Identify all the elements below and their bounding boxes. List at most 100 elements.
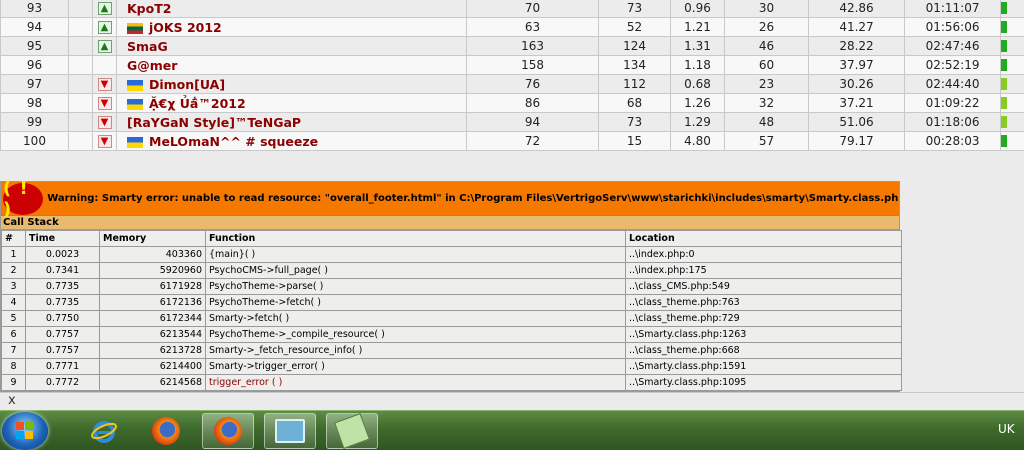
error-message-text: Warning: Smarty error: unable to read re… (47, 193, 899, 204)
stat-cell: 26 (724, 17, 810, 37)
call-stack-row: 3 0.7735 6171928 PsychoTheme->parse( ) ..\cl… (1, 278, 902, 295)
stack-function: PsychoTheme->fetch( ) (205, 294, 626, 311)
player-name-text[interactable]: Ặ€χ Ủắ̂™2012 (149, 96, 246, 111)
taskbar-firefox-2[interactable] (202, 413, 254, 449)
browser-page: 93 ▲ KpoT2 70 73 0.96 30 42.86 01:11:07 94 ▲ jOKS 2… (0, 0, 1024, 450)
player-name[interactable]: G@mer (115, 55, 468, 75)
trend-down-icon: ▼ (97, 78, 112, 91)
stat-cell: 73 (598, 0, 672, 18)
network-icon (275, 419, 305, 443)
stack-num: 3 (1, 278, 26, 295)
call-stack-row: 1 0.0023 403360 {main}( ) ..\index.php:0 (1, 246, 902, 263)
call-stack-row: 6 0.7757 6213544 PsychoTheme->_compile_reso… (1, 326, 902, 343)
trend-cell: ▲ (92, 17, 117, 37)
stat-cell: 76 (466, 74, 600, 94)
call-stack-table: # Time Memory Function Location 1 0.0023 4… (1, 230, 902, 391)
stack-num: 1 (1, 246, 26, 263)
stat-cell: 68 (598, 93, 672, 113)
taskbar-network[interactable] (264, 413, 316, 449)
player-name[interactable]: SmaG (115, 36, 468, 56)
player-name-text[interactable]: jOKS 2012 (149, 20, 222, 35)
stack-function: trigger_error ( ) (205, 374, 626, 391)
trend-down-icon: ▼ (97, 116, 112, 129)
trend-cell: ▼ (92, 74, 117, 94)
ranking-table: 93 ▲ KpoT2 70 73 0.96 30 42.86 01:11:07 94 ▲ jOKS 2… (0, 0, 1024, 151)
trend-up-icon: ▲ (97, 21, 112, 34)
activity-bar (1001, 40, 1008, 52)
activity-bar (1001, 135, 1008, 147)
close-icon[interactable]: x (8, 393, 16, 408)
taskbar-notepad[interactable] (326, 413, 378, 449)
trend-cell (92, 55, 117, 75)
call-stack-row: 8 0.7771 6214400 Smarty->trigger_error( )..… (1, 358, 902, 375)
start-button[interactable] (2, 412, 48, 450)
player-name-text[interactable]: SmaG (127, 39, 168, 54)
stack-num: 2 (1, 262, 26, 279)
stat-cell: 30 (724, 0, 810, 18)
player-name-text[interactable]: Dimon[UA] (149, 77, 225, 92)
player-name[interactable]: Dimon[UA] (115, 74, 468, 94)
stack-memory: 6171928 (99, 278, 206, 295)
stack-num: 8 (1, 358, 26, 375)
call-stack-title: Call Stack (1, 216, 899, 230)
trend-cell: ▲ (92, 0, 117, 18)
player-name-text[interactable]: KpoT2 (127, 1, 171, 16)
stack-memory: 6172136 (99, 294, 206, 311)
player-name[interactable]: MeLOmaN^^ # squeeze (115, 131, 468, 151)
rank-cell: 95 (0, 36, 69, 56)
stat-cell: 94 (466, 112, 600, 132)
stack-function: Smarty->trigger_error( ) (205, 358, 626, 375)
warning-icon: ( ! ) (3, 178, 44, 220)
header-time: Time (25, 230, 100, 247)
ranking-table-area: 93 ▲ KpoT2 70 73 0.96 30 42.86 01:11:07 94 ▲ jOKS 2… (0, 0, 1024, 151)
player-name[interactable]: KpoT2 (115, 0, 468, 18)
language-indicator[interactable]: UK (998, 422, 1015, 436)
player-name[interactable]: [RaYGaN Style]™TeNGaP (115, 112, 468, 132)
windows-logo-icon (16, 422, 34, 440)
error-header: ( ! ) Warning: Smarty error: unable to r… (1, 178, 899, 220)
stack-function: PsychoTheme->_compile_resource( ) (205, 326, 626, 343)
stat-cell: 73 (598, 112, 672, 132)
blank-cell (68, 55, 93, 75)
player-name-text[interactable]: G@mer (127, 58, 177, 73)
stack-location: ..\Smarty.class.php:1095 (625, 374, 902, 391)
blank-cell (68, 112, 93, 132)
player-name[interactable]: jOKS 2012 (115, 17, 468, 37)
blank-cell (68, 93, 93, 113)
taskbar-ie[interactable] (78, 413, 130, 449)
time-cell: 00:28:03 (904, 131, 1002, 151)
stat-cell: 37.21 (808, 93, 906, 113)
player-name[interactable]: Ặ€χ Ủắ̂™2012 (115, 93, 468, 113)
time-cell: 02:47:46 (904, 36, 1002, 56)
stat-cell: 23 (724, 74, 810, 94)
player-name-text[interactable]: [RaYGaN Style]™TeNGaP (127, 115, 301, 130)
notepad-icon (334, 413, 370, 449)
notification-bar: x (0, 392, 1024, 410)
stack-function: Smarty->_fetch_resource_info( ) (205, 342, 626, 359)
stat-cell: 63 (466, 17, 600, 37)
player-name-text[interactable]: MeLOmaN^^ # squeeze (149, 134, 318, 149)
stack-memory: 6172344 (99, 310, 206, 327)
stack-time: 0.7735 (25, 278, 100, 295)
time-cell: 01:09:22 (904, 93, 1002, 113)
activity-bar-cell (1000, 74, 1024, 94)
firefox-icon (214, 417, 242, 445)
stack-location: ..\Smarty.class.php:1263 (625, 326, 902, 343)
trend-cell: ▼ (92, 131, 117, 151)
trend-up-icon: ▲ (97, 40, 112, 53)
stat-cell: 15 (598, 131, 672, 151)
call-stack-header-row: # Time Memory Function Location (1, 230, 902, 247)
stat-cell: 0.68 (670, 74, 726, 94)
stat-cell: 1.18 (670, 55, 726, 75)
stack-memory: 6213544 (99, 326, 206, 343)
taskbar-firefox-1[interactable] (140, 413, 192, 449)
stack-memory: 403360 (99, 246, 206, 263)
blank-cell (68, 17, 93, 37)
stack-function: PsychoCMS->full_page( ) (205, 262, 626, 279)
trend-cell: ▼ (92, 112, 117, 132)
ranking-row: 99 ▼ [RaYGaN Style]™TeNGaP 94 73 1.29 48 51.06 0… (0, 112, 1024, 132)
stack-time: 0.7750 (25, 310, 100, 327)
stack-location: ..\class_CMS.php:549 (625, 278, 902, 295)
stat-cell: 158 (466, 55, 600, 75)
stack-memory: 6213728 (99, 342, 206, 359)
